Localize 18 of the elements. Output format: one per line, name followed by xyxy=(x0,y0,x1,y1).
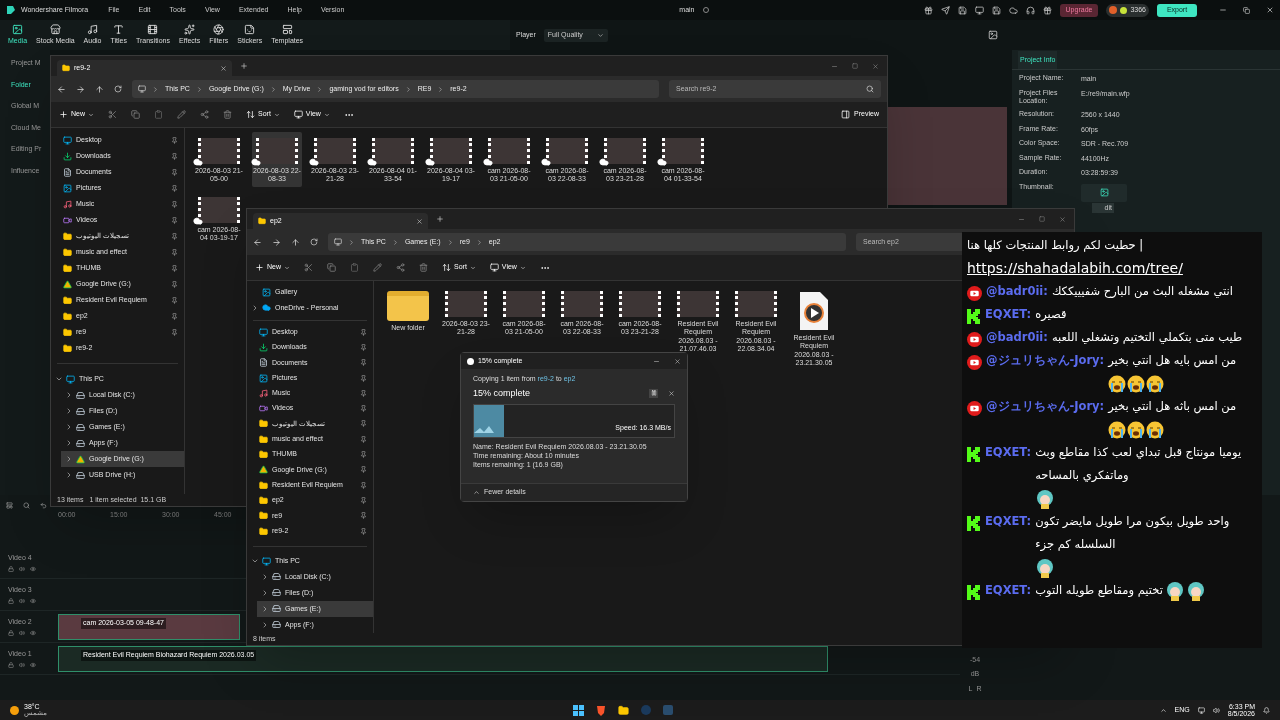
chat-username: @badr0ii: xyxy=(986,283,1048,300)
chat-username: @ジュリちゃん-Jory: xyxy=(986,398,1105,415)
chat-message-text: انتي مشغله البث من البارح شفيييككك xyxy=(1051,283,1233,300)
chat-username: EQXET: xyxy=(985,513,1032,530)
chat-message-text: واحد طويل بيكون مرا طويل مايضر تكون السلسله كم جزء xyxy=(1035,513,1231,553)
chat-header-text: حطيت لكم روابط المنتجات كلها هنا | xyxy=(967,237,1145,254)
chat-username: EQXET: xyxy=(985,582,1032,599)
chat-username: @badr0ii: xyxy=(986,329,1048,346)
chat-username: EQXET: xyxy=(985,306,1032,323)
chat-message-text: من امس باثه هل انتي بخير xyxy=(1108,398,1237,416)
chat-message-text: يوميا مونتاج قبل تبداي لعب كذا مقاطع وبث وماتفكري بالمساحه xyxy=(1035,444,1243,484)
chat-message-text: تختيم ومقاطع طويله التوب xyxy=(1035,582,1163,599)
chat-username: @ジュリちゃん-Jory: xyxy=(986,352,1105,369)
chat-message-text: قصيره xyxy=(1035,306,1067,323)
chat-username: EQXET: xyxy=(985,444,1032,461)
progress-text: 15% complete xyxy=(473,386,531,400)
chat-message-text: من امس بايه هل انتي بخير xyxy=(1108,352,1237,370)
chat-message-text: طيب متى بتكملي التختيم وتشغلي اللعبه xyxy=(1051,329,1243,346)
